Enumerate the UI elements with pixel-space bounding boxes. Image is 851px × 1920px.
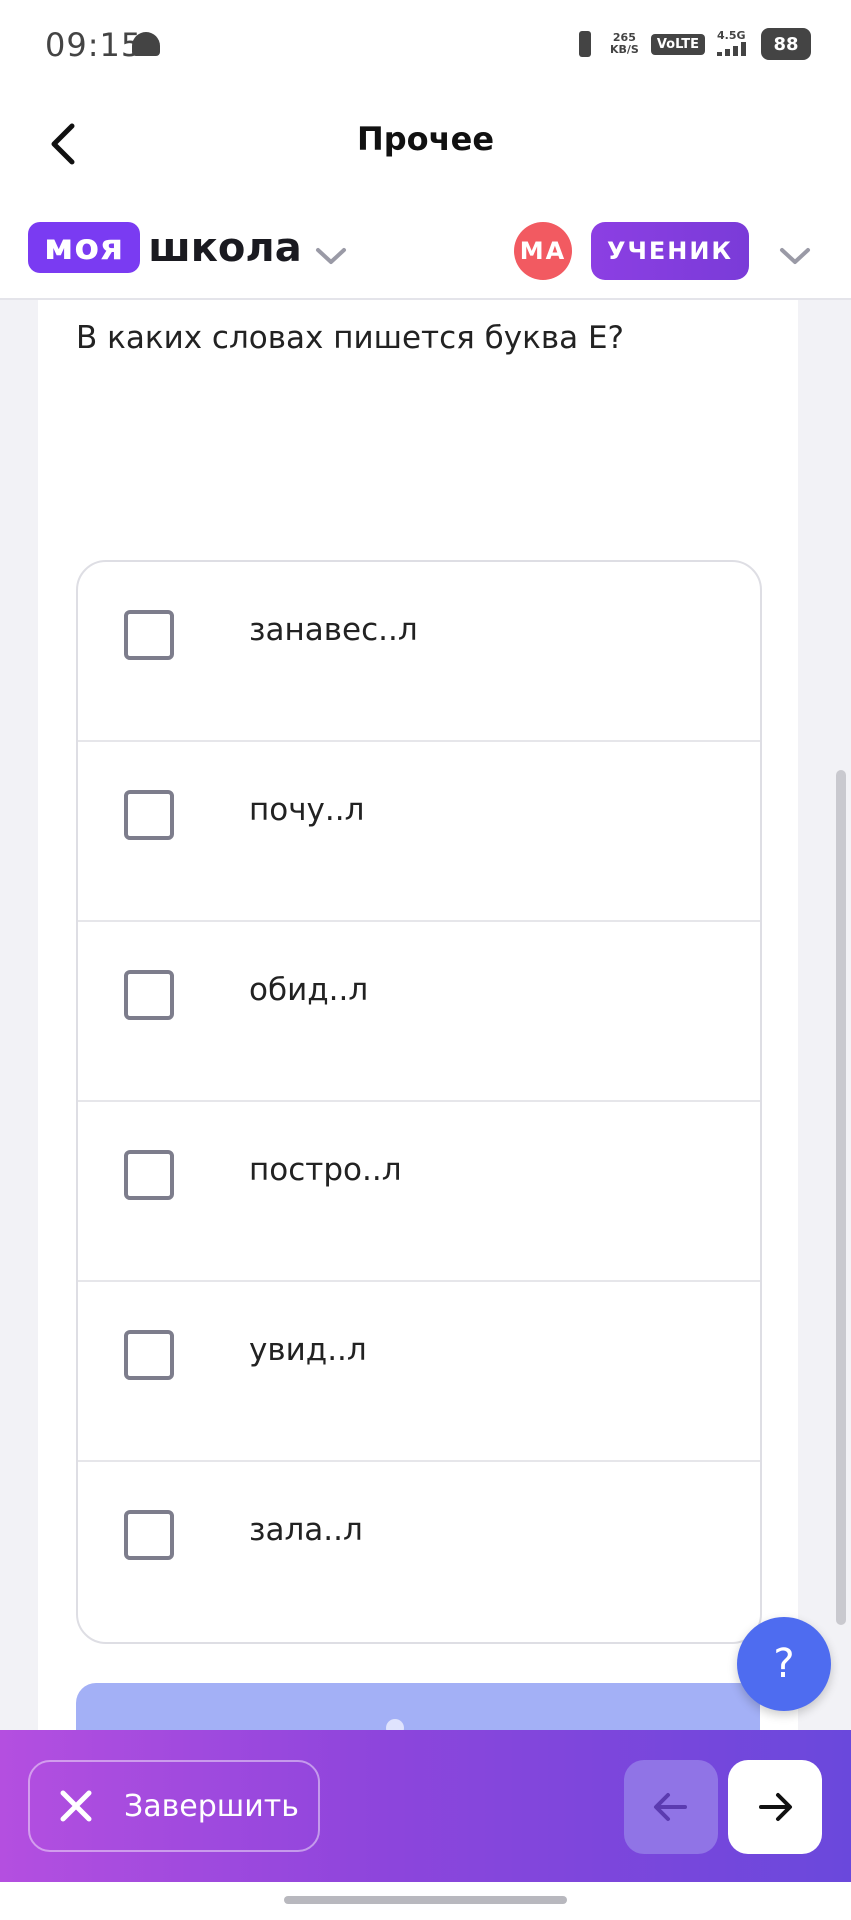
question-card: В каких словах пишется буква Е? занавес.… (38, 300, 798, 1753)
top-nav: Прочее (0, 92, 851, 212)
page-title: Прочее (356, 120, 495, 158)
answer-option[interactable]: почу..л (78, 742, 760, 922)
close-icon (60, 1790, 92, 1822)
arrow-left-icon (654, 1793, 687, 1821)
network-speed-unit: KB/S (609, 43, 639, 56)
signal-bars-icon (717, 41, 746, 56)
chevron-down-icon[interactable] (314, 246, 348, 266)
checkbox[interactable] (124, 790, 174, 840)
finish-button-label: Завершить (124, 1788, 299, 1824)
checkbox[interactable] (124, 1330, 174, 1380)
previous-button[interactable] (624, 1760, 718, 1854)
status-bar: 09:15 265 KB/S VoLTE 4.5G 88 (0, 0, 851, 92)
checkbox[interactable] (124, 1150, 174, 1200)
checkbox[interactable] (124, 1510, 174, 1560)
answer-option[interactable]: зала..л (78, 1462, 760, 1642)
brand-logo-part1: моя (28, 222, 141, 273)
answer-option-label: занавес..л (249, 612, 418, 648)
scrollbar[interactable] (836, 770, 846, 1625)
question-text: В каких словах пишется буква Е? (76, 320, 625, 356)
answer-option[interactable]: обид..л (78, 922, 760, 1102)
bottom-action-bar: Завершить (0, 1730, 851, 1882)
brand-logo-part2: школа (148, 224, 302, 271)
gesture-area (0, 1882, 851, 1920)
answer-option-label: почу..л (249, 792, 365, 828)
vibrate-icon (572, 29, 598, 59)
answer-option-label: зала..л (249, 1512, 363, 1548)
answer-option[interactable]: занавес..л (78, 562, 760, 742)
answer-option[interactable]: увид..л (78, 1282, 760, 1462)
answer-option-label: увид..л (249, 1332, 367, 1368)
checkbox[interactable] (124, 970, 174, 1020)
status-indicators: 265 KB/S VoLTE 4.5G 88 (572, 28, 811, 60)
home-gesture-bar[interactable] (284, 1896, 567, 1904)
android-icon (132, 32, 160, 56)
brand-logo[interactable]: моя школа (28, 222, 302, 273)
network-type: 4.5G (717, 28, 746, 42)
chevron-down-icon[interactable] (778, 246, 812, 266)
help-button[interactable]: ? (737, 1617, 831, 1711)
role-badge[interactable]: УЧЕНИК (591, 222, 749, 280)
network-speed: 265 KB/S (610, 32, 639, 56)
finish-button[interactable]: Завершить (28, 1760, 320, 1852)
brand-bar: моя школа МА УЧЕНИК (0, 212, 851, 300)
arrow-right-icon (759, 1793, 792, 1821)
answer-options: занавес..л почу..л обид..л постро..л уви… (76, 560, 762, 1644)
status-time: 09:15 (45, 26, 143, 64)
battery-icon: 88 (761, 28, 811, 60)
answer-option-label: постро..л (249, 1152, 402, 1188)
checkbox[interactable] (124, 610, 174, 660)
answer-option[interactable]: постро..л (78, 1102, 760, 1282)
avatar[interactable]: МА (514, 222, 572, 280)
answer-option-label: обид..л (249, 972, 369, 1008)
battery-level: 88 (773, 33, 799, 55)
next-button[interactable] (728, 1760, 822, 1854)
signal-icon: 4.5G (717, 28, 749, 59)
volte-badge: VoLTE (650, 33, 705, 55)
